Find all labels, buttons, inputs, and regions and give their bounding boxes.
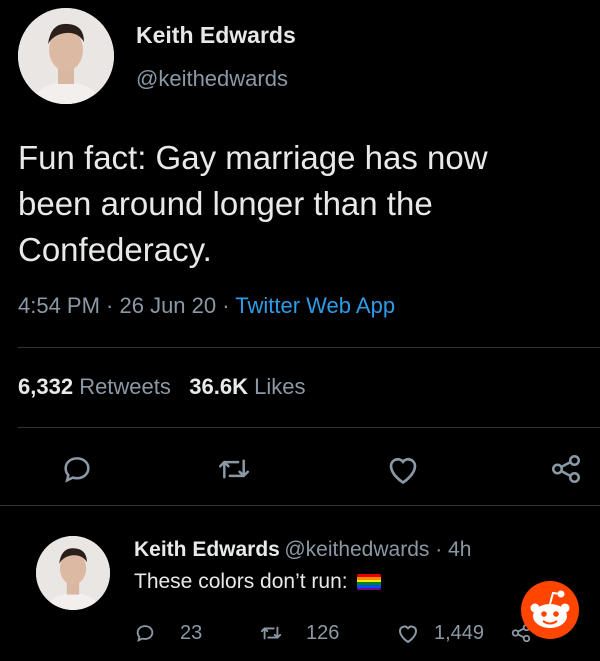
share-icon[interactable] — [548, 452, 584, 486]
tweet-text-line-3: Confederacy. — [18, 231, 212, 268]
like-icon[interactable] — [385, 452, 421, 486]
tweet-timestamp[interactable]: 4:54 PM · 26 Jun 20 · — [18, 293, 235, 318]
likes-count[interactable]: 36.6K — [189, 374, 248, 399]
likes-label[interactable]: Likes — [254, 374, 305, 399]
reply-retweet-icon[interactable] — [258, 622, 284, 649]
flag-stripe — [357, 587, 382, 591]
retweets-count[interactable]: 6,332 — [18, 374, 73, 399]
reply-author-avatar[interactable] — [36, 536, 110, 610]
tweet-stats: 6,332 Retweets 36.6K Likes — [18, 374, 305, 400]
tweet-source[interactable]: Twitter Web App — [235, 293, 395, 318]
author-handle[interactable]: @keithedwards — [136, 66, 288, 92]
tweet-text: Fun fact: Gay marriage has now been arou… — [18, 135, 488, 273]
reply-action-row: 23 126 1,449 — [134, 620, 534, 648]
reply-icon[interactable] — [60, 452, 94, 486]
reply-text: These colors don’t run: — [134, 570, 382, 594]
divider — [18, 347, 600, 348]
tweet-meta: 4:54 PM · 26 Jun 20 · Twitter Web App — [18, 293, 395, 319]
reply-header: Keith Edwards @keithedwards · 4h — [134, 538, 471, 562]
reply-author-name[interactable]: Keith Edwards — [134, 538, 280, 561]
reply-author-handle[interactable]: @keithedwards · 4h — [284, 538, 471, 561]
retweets-label[interactable]: Retweets — [79, 374, 171, 399]
reply-text-content: These colors don’t run: — [134, 570, 348, 593]
divider — [0, 505, 600, 506]
reply-likes-count: 1,449 — [434, 622, 485, 644]
tweet-text-line-2: been around longer than the — [18, 185, 433, 222]
rainbow-flag-icon — [357, 574, 382, 591]
reply-replies-count: 23 — [180, 622, 203, 644]
divider — [18, 427, 600, 428]
tweet-text-line-1: Fun fact: Gay marriage has now — [18, 139, 488, 176]
reply-reply-icon[interactable] — [134, 622, 156, 649]
reply-like-icon[interactable] — [396, 622, 420, 649]
author-name[interactable]: Keith Edwards — [136, 22, 296, 49]
retweet-icon[interactable] — [216, 452, 252, 486]
reddit-logo-icon — [521, 581, 579, 639]
author-avatar[interactable] — [18, 8, 114, 104]
reply-retweets-count: 126 — [306, 622, 340, 644]
